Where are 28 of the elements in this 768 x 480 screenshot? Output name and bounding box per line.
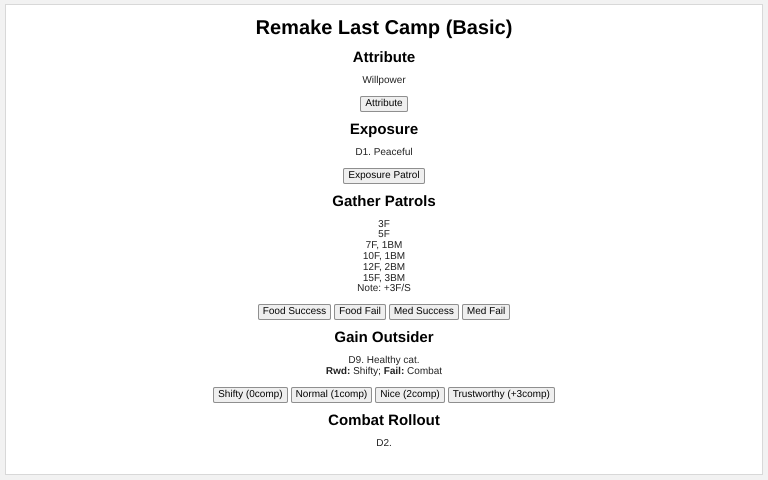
- section-heading: Gather Patrols: [332, 192, 436, 211]
- action-button[interactable]: Trustworthy (+3comp): [448, 386, 555, 403]
- action-button[interactable]: Attribute: [360, 96, 408, 112]
- section-text: 3F: [378, 220, 390, 230]
- section-text: 10F, 1BM: [362, 252, 406, 263]
- section-text: D1. Peaceful: [355, 148, 413, 159]
- section-heading: Gain Outsider: [334, 329, 434, 348]
- action-button[interactable]: Nice (2comp): [375, 386, 445, 403]
- section-text: D2.: [376, 438, 392, 450]
- section-text: 7F, 1BM: [366, 241, 402, 252]
- action-button[interactable]: Med Fail: [462, 304, 510, 320]
- action-button[interactable]: Food Success: [258, 304, 332, 320]
- page-title: Remake Last Camp (Basic): [256, 16, 512, 40]
- section-text: 15F, 3BM: [362, 274, 406, 284]
- section-text: 12F, 2BM: [362, 262, 406, 274]
- action-button[interactable]: Food Fail: [334, 304, 386, 320]
- action-button[interactable]: Normal (1comp): [290, 386, 372, 403]
- action-button[interactable]: Shifty (0comp): [213, 386, 288, 403]
- section-text: Willpower: [362, 76, 406, 87]
- section-text: D9. Healthy cat.: [348, 356, 420, 366]
- action-button[interactable]: Exposure Patrol: [343, 168, 425, 184]
- section-heading: Combat Rollout: [328, 412, 440, 430]
- section-text: Rwd: Shifty; Fail: Combat: [326, 366, 442, 378]
- section-text: Note: +3F/S: [357, 284, 411, 296]
- section-heading: Exposure: [350, 120, 418, 139]
- section-text: 5F: [378, 230, 390, 241]
- action-button[interactable]: Med Success: [388, 304, 459, 320]
- section-heading: Attribute: [352, 49, 416, 67]
